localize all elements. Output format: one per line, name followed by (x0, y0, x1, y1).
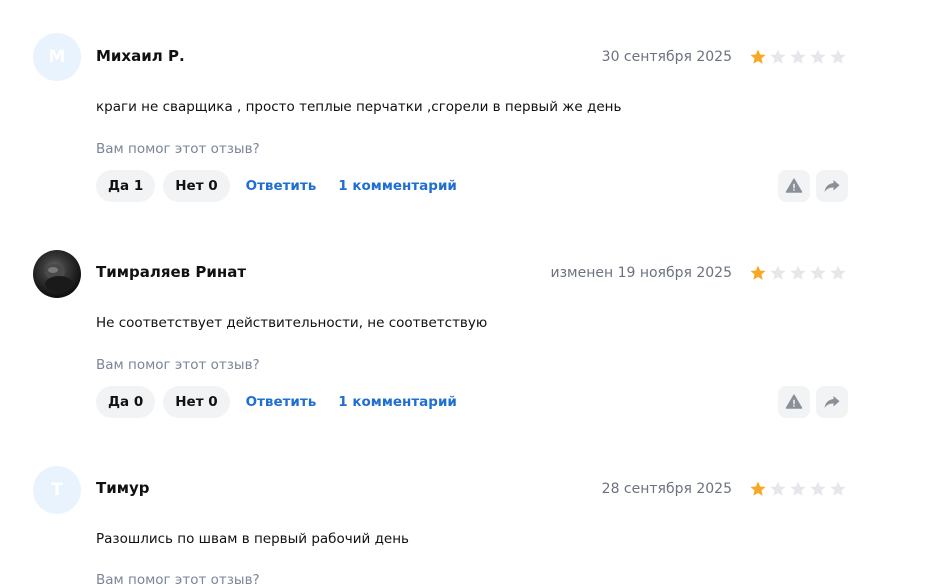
warning-icon (785, 394, 803, 409)
review-author: Михаил Р. (96, 47, 185, 65)
helpful-yes-button[interactable]: Да 0 (96, 386, 156, 418)
star-empty-icon (830, 481, 846, 496)
review-text: Разошлись по швам в первый рабочий день (96, 531, 410, 547)
report-button[interactable] (778, 170, 810, 202)
rating-stars (749, 48, 847, 66)
star-empty-icon (770, 49, 786, 64)
avatar (33, 250, 81, 298)
helpful-question: Вам помог этот отзыв? (96, 141, 260, 157)
star-empty-icon (770, 265, 786, 280)
review-author: Тимур (96, 479, 150, 497)
report-button[interactable] (778, 386, 810, 418)
share-arrow-icon (824, 180, 840, 192)
avatar: М (33, 33, 81, 81)
review-date: 30 сентября 2025 (601, 49, 732, 65)
star-filled-icon (750, 265, 766, 280)
helpful-no-button[interactable]: Нет 0 (163, 170, 230, 202)
star-empty-icon (810, 265, 826, 280)
avatar: Т (33, 466, 81, 514)
review-date: 28 сентября 2025 (601, 481, 732, 497)
star-empty-icon (790, 49, 806, 64)
helpful-question: Вам помог этот отзыв? (96, 572, 260, 588)
star-empty-icon (830, 49, 846, 64)
star-filled-icon (750, 49, 766, 64)
review-author: Тимраляев Ринат (96, 263, 247, 281)
warning-icon (785, 178, 803, 193)
star-empty-icon (770, 481, 786, 496)
rating-stars (749, 480, 847, 498)
reply-link[interactable]: Ответить (246, 394, 317, 410)
star-empty-icon (810, 49, 826, 64)
review-text: краги не сварщика , просто теплые перчат… (96, 99, 622, 115)
helpful-question: Вам помог этот отзыв? (96, 357, 260, 373)
reply-link[interactable]: Ответить (246, 178, 317, 194)
star-empty-icon (790, 481, 806, 496)
comments-link[interactable]: 1 комментарий (338, 178, 457, 194)
star-filled-icon (750, 481, 766, 496)
share-arrow-icon (824, 396, 840, 408)
user-photo-icon (45, 264, 73, 292)
helpful-yes-button[interactable]: Да 1 (96, 170, 156, 202)
share-button[interactable] (816, 170, 848, 202)
share-button[interactable] (816, 386, 848, 418)
star-empty-icon (830, 265, 846, 280)
review-actions: Да 1 Нет 0 Ответить 1 комментарий (96, 170, 463, 202)
review-actions: Да 0 Нет 0 Ответить 1 комментарий (96, 386, 463, 418)
review-date: изменен 19 ноября 2025 (550, 265, 732, 281)
helpful-no-button[interactable]: Нет 0 (163, 386, 230, 418)
star-empty-icon (790, 265, 806, 280)
star-empty-icon (810, 481, 826, 496)
review-text: Не соответствует действительности, не со… (96, 315, 488, 331)
comments-link[interactable]: 1 комментарий (338, 394, 457, 410)
rating-stars (749, 264, 847, 282)
